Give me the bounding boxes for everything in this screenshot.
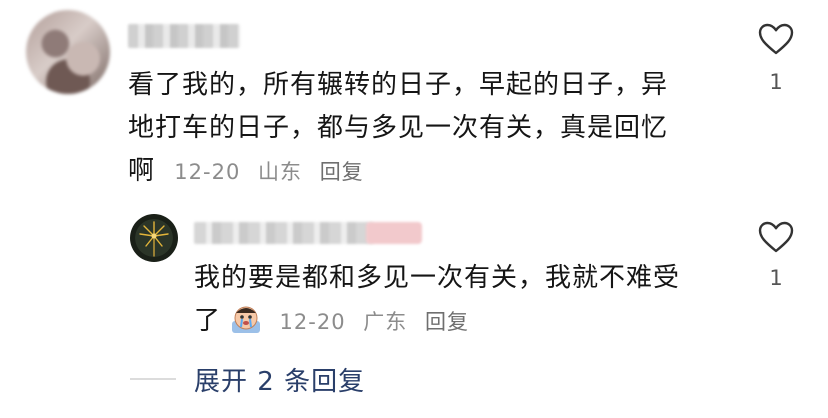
reply-text: 我的要是都和多见一次有关，我就不难受 了 12-20 广东 回复 bbox=[194, 257, 734, 344]
reply-text-line-with-meta: 了 12-20 广东 回复 bbox=[194, 300, 734, 344]
firework-avatar-icon bbox=[139, 221, 169, 257]
like-button[interactable] bbox=[757, 22, 795, 56]
comment-text: 看了我的，所有辗转的日子，早起的日子，异 地打车的日子，都与多见一次有关，真是回… bbox=[128, 64, 708, 194]
comment-text-line: 地打车的日子，都与多见一次有关，真是回忆 bbox=[128, 113, 669, 143]
username-blurred[interactable] bbox=[194, 222, 374, 244]
crying-face-sticker-icon bbox=[230, 305, 262, 335]
comment-text-line: 看了我的，所有辗转的日子，早起的日子，异 bbox=[128, 70, 669, 100]
heart-icon bbox=[758, 23, 794, 55]
avatar[interactable] bbox=[26, 10, 110, 94]
expand-replies-button[interactable]: 展开 2 条回复 bbox=[194, 361, 365, 398]
reply-button[interactable]: 回复 bbox=[320, 160, 364, 184]
reply-location: 广东 bbox=[363, 310, 408, 334]
comment-text-line-with-meta: 啊 12-20 山东 回复 bbox=[128, 150, 708, 194]
comment-meta: 12-20 山东 回复 bbox=[174, 160, 373, 184]
divider bbox=[130, 378, 176, 380]
like-count: 1 bbox=[769, 70, 783, 94]
like-count: 1 bbox=[769, 266, 783, 290]
comment-text-tail: 啊 bbox=[128, 156, 156, 186]
reply-text-tail: 了 bbox=[194, 306, 222, 336]
comment-date: 12-20 bbox=[174, 160, 241, 184]
reply-button[interactable]: 回复 bbox=[425, 310, 469, 334]
username-blurred[interactable] bbox=[128, 24, 240, 48]
comment-location: 山东 bbox=[258, 160, 302, 184]
reply-text-line: 我的要是都和多见一次有关，我就不难受 bbox=[194, 263, 681, 293]
like-button[interactable] bbox=[757, 220, 795, 254]
heart-icon bbox=[758, 221, 794, 253]
avatar[interactable] bbox=[130, 214, 178, 262]
reply-date: 12-20 bbox=[279, 310, 346, 334]
author-badge bbox=[366, 222, 422, 244]
reply-meta: 12-20 广东 回复 bbox=[280, 310, 479, 334]
